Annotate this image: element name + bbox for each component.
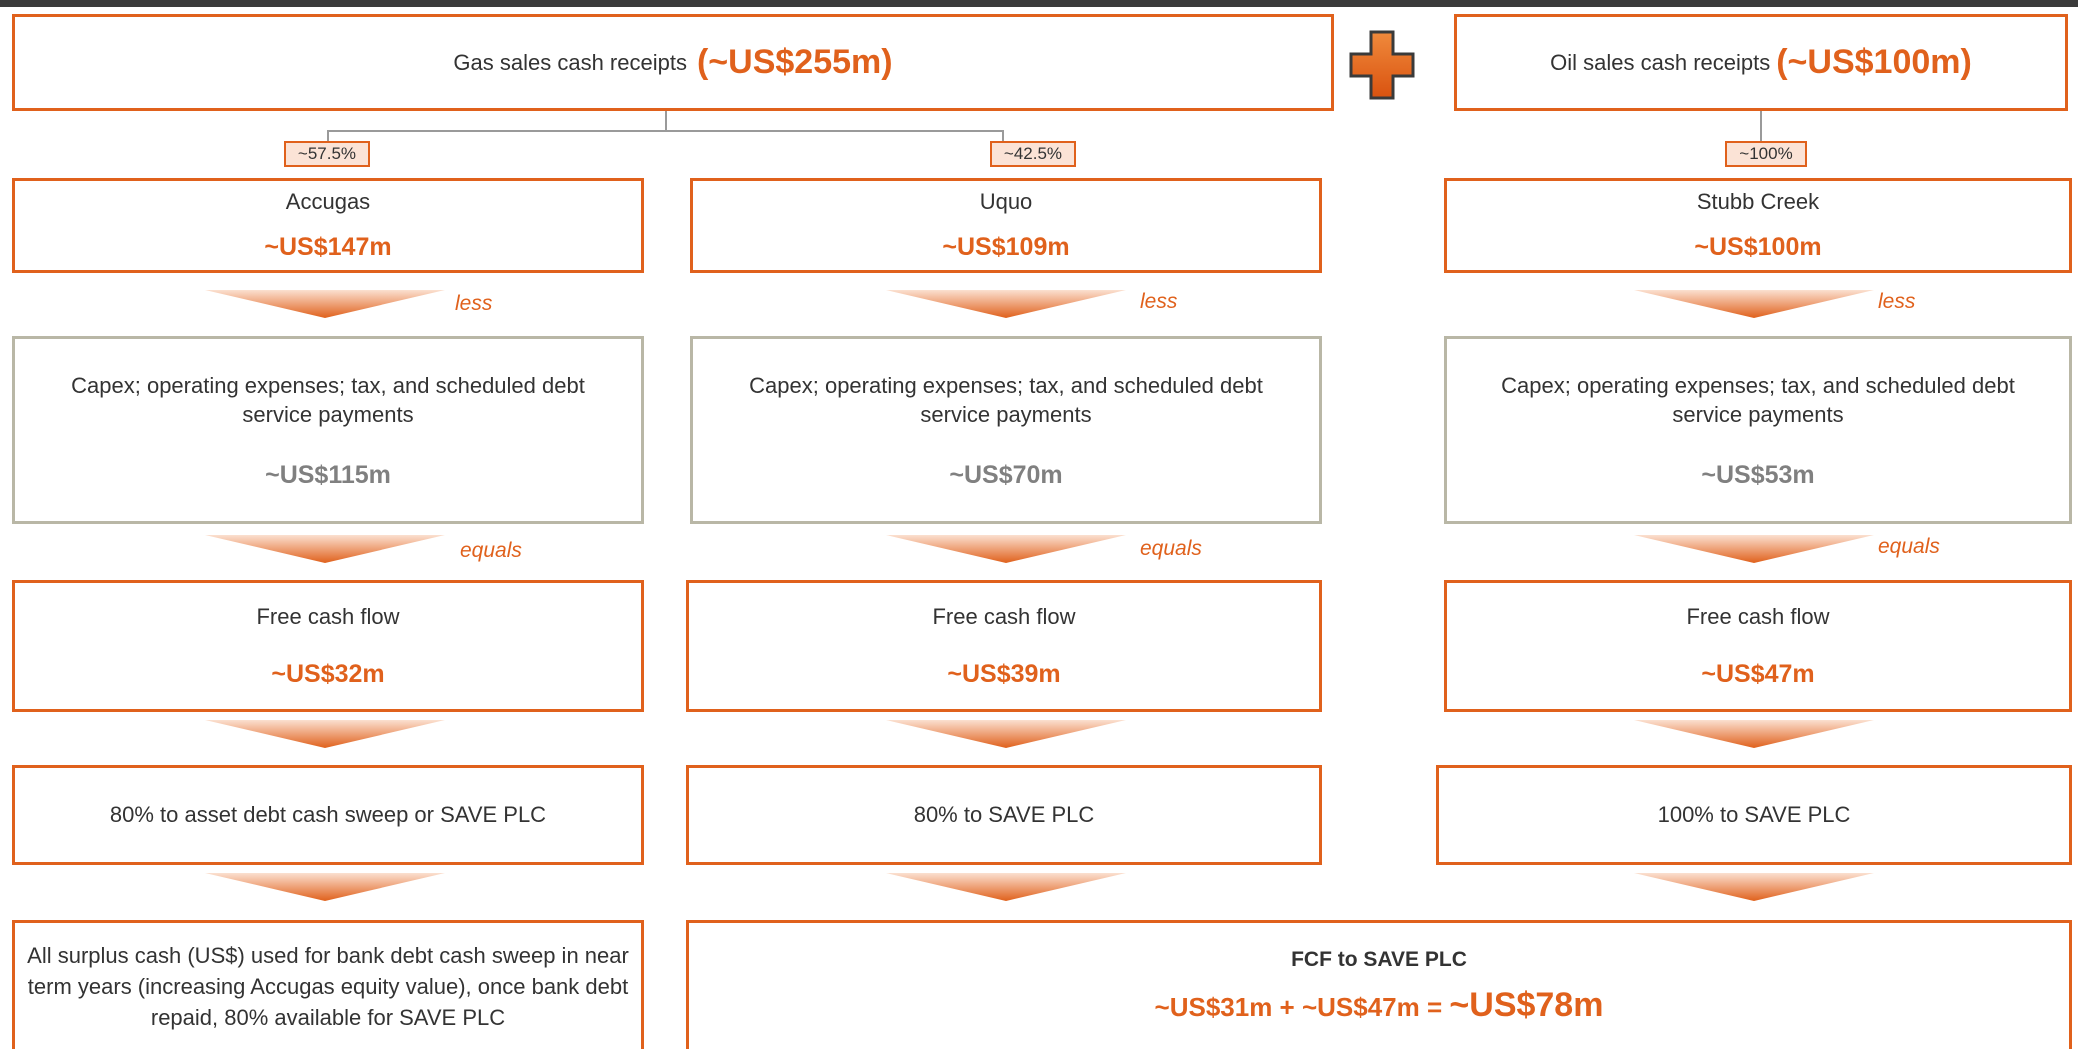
less-label: less <box>1878 290 1916 313</box>
pct-tag: ~57.5% <box>284 141 370 167</box>
fcf-value: ~US$47m <box>1701 659 1815 688</box>
fcf-value: ~US$39m <box>947 659 1061 688</box>
asset-value: ~US$109m <box>942 233 1070 261</box>
pct-tag: ~100% <box>1725 141 1807 167</box>
destination-box: 80% to SAVE PLC <box>686 765 1322 865</box>
less-label: less <box>1140 290 1178 313</box>
down-arrow-icon <box>886 535 1126 563</box>
asset-box-uquo: Uquo ~US$109m <box>690 178 1322 273</box>
gas-receipts-box: Gas sales cash receipts (~US$255m) <box>12 14 1334 111</box>
destination-box: 80% to asset debt cash sweep or SAVE PLC <box>12 765 644 865</box>
asset-box-stubb-creek: Stubb Creek ~US$100m <box>1444 178 2072 273</box>
down-arrow-icon <box>1634 535 1874 563</box>
down-arrow-icon <box>205 720 445 748</box>
gas-receipts-label: Gas sales cash receipts <box>453 49 687 75</box>
connector <box>327 130 1003 132</box>
costs-label: Capex; operating expenses; tax, and sche… <box>71 372 585 427</box>
asset-box-accugas: Accugas ~US$147m <box>12 178 644 273</box>
costs-box: Capex; operating expenses; tax, and sche… <box>690 336 1322 524</box>
costs-box: Capex; operating expenses; tax, and sche… <box>1444 336 2072 524</box>
down-arrow-icon <box>205 535 445 563</box>
fcf-box: Free cash flow ~US$32m <box>12 580 644 712</box>
costs-value: ~US$70m <box>949 460 1063 489</box>
destination-label: 80% to asset debt cash sweep or SAVE PLC <box>109 802 547 827</box>
plus-icon <box>1349 30 1415 100</box>
destination-label: 80% to SAVE PLC <box>913 802 1095 827</box>
down-arrow-icon <box>886 290 1126 318</box>
equals-label: equals <box>1140 537 1202 560</box>
pct-tag: ~42.5% <box>990 141 1076 167</box>
fcf-label: Free cash flow <box>1686 603 1830 629</box>
fcf-label: Free cash flow <box>932 603 1076 629</box>
equals-label: equals <box>1878 535 1940 558</box>
down-arrow-icon <box>886 873 1126 901</box>
asset-name: Stubb Creek <box>1696 189 1820 214</box>
fcf-box: Free cash flow ~US$47m <box>1444 580 2072 712</box>
connector <box>665 111 667 131</box>
fcf-label: Free cash flow <box>256 603 400 629</box>
down-arrow-icon <box>1634 720 1874 748</box>
down-arrow-icon <box>205 290 445 318</box>
oil-receipts-value: (~US$100m) <box>1776 43 1972 81</box>
costs-label: Capex; operating expenses; tax, and sche… <box>1501 372 2015 427</box>
asset-name: Uquo <box>979 189 1033 214</box>
fcf-total-line: ~US$31m + ~US$47m = ~US$78m <box>1155 986 1604 1025</box>
fcf-total-value: ~US$78m <box>1449 985 1604 1024</box>
asset-value: ~US$100m <box>1694 233 1822 261</box>
costs-value: ~US$53m <box>1701 460 1815 489</box>
destination-box: 100% to SAVE PLC <box>1436 765 2072 865</box>
equals-label: equals <box>460 539 522 562</box>
gas-receipts-value: (~US$255m) <box>696 43 893 81</box>
oil-receipts-box: Oil sales cash receipts (~US$100m) <box>1454 14 2068 111</box>
oil-receipts-label: Oil sales cash receipts <box>1550 49 1771 75</box>
fcf-box: Free cash flow ~US$39m <box>686 580 1322 712</box>
fcf-total-title: FCF to SAVE PLC <box>1291 947 1467 971</box>
down-arrow-icon <box>1634 873 1874 901</box>
top-rule <box>0 0 2078 7</box>
asset-value: ~US$147m <box>264 233 392 261</box>
less-label: less <box>455 292 493 315</box>
costs-box: Capex; operating expenses; tax, and sche… <box>12 336 644 524</box>
surplus-cash-box: All surplus cash (US$) used for bank deb… <box>12 920 644 1049</box>
down-arrow-icon <box>205 873 445 901</box>
fcf-value: ~US$32m <box>271 659 385 688</box>
surplus-cash-text: All surplus cash (US$) used for bank deb… <box>27 942 629 1030</box>
costs-value: ~US$115m <box>265 460 391 489</box>
asset-name: Accugas <box>285 189 371 214</box>
fcf-total-box: FCF to SAVE PLC ~US$31m + ~US$47m = ~US$… <box>686 920 2072 1049</box>
costs-label: Capex; operating expenses; tax, and sche… <box>749 372 1263 427</box>
down-arrow-icon <box>1634 290 1874 318</box>
fcf-total-sum: ~US$31m + ~US$47m = <box>1154 991 1450 1022</box>
destination-label: 100% to SAVE PLC <box>1657 802 1851 827</box>
connector <box>1760 111 1762 141</box>
down-arrow-icon <box>886 720 1126 748</box>
